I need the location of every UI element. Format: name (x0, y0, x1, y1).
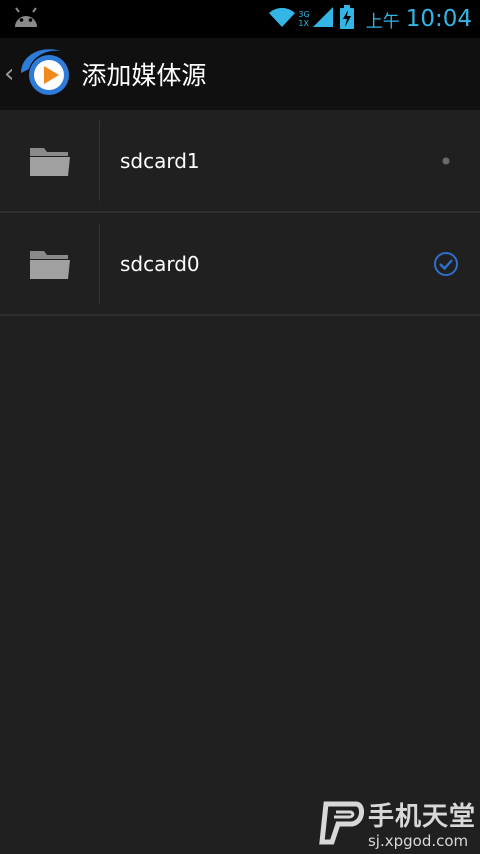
battery-charging-icon (339, 5, 354, 33)
network-type-top: 3G (298, 10, 310, 19)
folder-icon (0, 223, 100, 304)
folder-icon (0, 120, 100, 201)
status-bar: 3G 1X 上午 10:04 (0, 0, 480, 38)
watermark-title: 手机天堂 (367, 802, 476, 832)
list-item-label: sdcard0 (120, 251, 200, 276)
page-title: 添加媒体源 (81, 61, 207, 90)
list-item-label: sdcard1 (120, 148, 200, 173)
back-button[interactable]: ‹ (0, 38, 73, 110)
list-item-sdcard0[interactable]: sdcard0 (0, 213, 480, 316)
wifi-icon (268, 6, 296, 32)
signal-icon (312, 6, 334, 32)
status-indicators: 3G 1X 上午 10:04 (268, 2, 472, 36)
media-source-list: sdcard1 sdcard0 (0, 110, 480, 316)
android-icon (12, 7, 40, 33)
dot-icon[interactable] (432, 147, 460, 175)
network-type-bottom: 1X (298, 19, 309, 28)
network-type: 3G 1X (298, 10, 309, 28)
watermark-url: sj.xpgod.com (367, 832, 469, 850)
screen: 3G 1X 上午 10:04 ‹ 添加媒体源 sdcard1 sdcard0 手… (0, 0, 480, 854)
list-item-sdcard1[interactable]: sdcard1 (0, 110, 480, 213)
watermark: 手机天堂 sj.xpgod.com (316, 800, 476, 850)
media-player-logo-icon (15, 47, 73, 101)
action-bar: ‹ 添加媒体源 (0, 38, 480, 110)
chevron-left-icon: ‹ (4, 59, 15, 89)
status-clock: 10:04 (405, 6, 472, 32)
status-ampm: 上午 (365, 11, 400, 32)
check-circle-icon[interactable] (432, 250, 460, 278)
xpgod-logo-icon (316, 800, 364, 850)
